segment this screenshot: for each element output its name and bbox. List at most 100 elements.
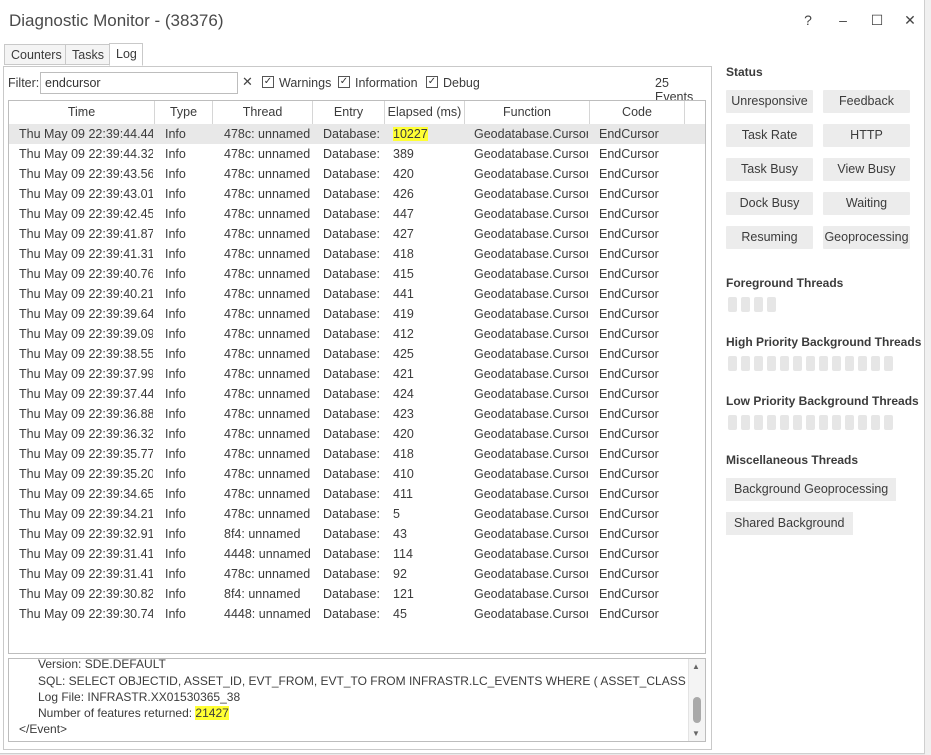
tab-tasks[interactable]: Tasks [65,44,110,65]
cell-entry: Database: v [323,507,383,521]
cell-thread: 478c: unnamed [224,427,311,441]
table-row[interactable]: Thu May 09 22:39:40.217 Info 478c: unnamed… [9,284,705,304]
cell-entry: Database: v [323,447,383,461]
help-button[interactable]: ? [796,10,820,30]
table-row[interactable]: Thu May 09 22:39:41.315 Info 478c: unnamed… [9,244,705,264]
table-row[interactable]: Thu May 09 22:39:36.324 Info 478c: unnamed… [9,424,705,444]
filter-input[interactable] [40,72,238,94]
thread-slot [793,356,802,371]
tab-log[interactable]: Log [109,43,143,66]
scroll-thumb[interactable] [693,697,701,723]
cell-thread: 478c: unnamed [224,407,311,421]
table-row[interactable]: Thu May 09 22:39:40.765 Info 478c: unnamed… [9,264,705,284]
foreground-thread-slots [728,297,780,312]
warnings-checkbox[interactable]: ✓ [262,76,274,88]
close-button[interactable]: ✕ [898,10,922,30]
status-button-geoprocessing[interactable]: Geoprocessing [823,226,910,249]
status-button-task-rate[interactable]: Task Rate [726,124,813,147]
cell-function: Geodatabase.Cursor [474,587,588,601]
background-geoprocessing-button[interactable]: Background Geoprocessing [726,478,897,501]
table-row[interactable]: Thu May 09 22:39:31.414 Info 4448: unnamed… [9,544,705,564]
table-row[interactable]: Thu May 09 22:39:30.746 Info 4448: unnamed… [9,604,705,624]
event-detail-pane: Version: SDE.DEFAULT SQL: SELECT OBJECTI… [8,658,706,742]
table-row[interactable]: Thu May 09 22:39:35.770 Info 478c: unnamed… [9,444,705,464]
cell-entry: Database: v [323,307,383,321]
column-header-code[interactable]: Code [590,101,685,124]
status-button-dock-busy[interactable]: Dock Busy [726,192,813,215]
cell-entry: Database: v [323,427,383,441]
column-header-time[interactable]: ▲ Time [9,101,155,124]
status-button-unresponsive[interactable]: Unresponsive [726,90,813,113]
debug-checkbox[interactable]: ✓ [426,76,438,88]
cell-function: Geodatabase.Cursor [474,247,588,261]
cell-type: Info [165,347,186,361]
cell-entry: Database: v [323,187,383,201]
status-button-feedback[interactable]: Feedback [823,90,910,113]
status-button-view-busy[interactable]: View Busy [823,158,910,181]
thread-slot [767,356,776,371]
status-button-resuming[interactable]: Resuming [726,226,813,249]
cell-thread: 478c: unnamed [224,447,311,461]
status-button-http[interactable]: HTTP [823,124,910,147]
column-header-thread[interactable]: Thread [213,101,313,124]
column-header-elapsed[interactable]: Elapsed (ms) [385,101,465,124]
elapsed-highlight: 10227 [393,127,428,141]
clear-filter-icon[interactable]: ✕ [242,74,253,90]
thread-slot [858,356,867,371]
status-button-waiting[interactable]: Waiting [823,192,910,215]
cell-thread: 478c: unnamed [224,167,311,181]
table-row[interactable]: Thu May 09 22:39:30.823 Info 8f4: unnamed D… [9,584,705,604]
table-row[interactable]: Thu May 09 22:39:44.328 Info 478c: unnamed… [9,144,705,164]
cell-time: Thu May 09 22:39:39.646 [19,307,153,321]
cell-function: Geodatabase.Cursor [474,367,588,381]
diagnostic-monitor-window: Diagnostic Monitor - (38376) ? – ☐ ✕ Cou… [0,0,925,754]
minimize-button[interactable]: – [831,10,855,30]
table-row[interactable]: Thu May 09 22:39:43.566 Info 478c: unnamed… [9,164,705,184]
cell-function: Geodatabase.Cursor [474,127,588,141]
cell-time: Thu May 09 22:39:40.217 [19,287,153,301]
column-header-type[interactable]: Type [155,101,213,124]
cell-code: EndCursor [599,487,659,501]
table-row[interactable]: Thu May 09 22:39:39.646 Info 478c: unnamed… [9,304,705,324]
column-header-entry[interactable]: Entry [313,101,385,124]
table-row[interactable]: Thu May 09 22:39:43.010 Info 478c: unnamed… [9,184,705,204]
cell-code: EndCursor [599,507,659,521]
table-row[interactable]: Thu May 09 22:39:34.657 Info 478c: unnamed… [9,484,705,504]
cell-time: Thu May 09 22:39:30.746 [19,607,153,621]
scroll-up-icon[interactable]: ▲ [692,662,700,671]
table-row[interactable]: Thu May 09 22:39:31.413 Info 478c: unnamed… [9,564,705,584]
cell-code: EndCursor [599,547,659,561]
cell-type: Info [165,427,186,441]
detail-scrollbar[interactable]: ▲ ▼ [688,659,705,741]
cell-elapsed: 426 [393,187,414,201]
status-button-task-busy[interactable]: Task Busy [726,158,813,181]
table-row[interactable]: Thu May 09 22:39:36.880 Info 478c: unnamed… [9,404,705,424]
thread-slot [767,297,776,312]
cell-thread: 478c: unnamed [224,247,311,261]
table-row[interactable]: Thu May 09 22:39:38.553 Info 478c: unnamed… [9,344,705,364]
table-row[interactable]: Thu May 09 22:39:39.094 Info 478c: unnamed… [9,324,705,344]
sort-indicator-icon: ▲ [77,108,83,114]
scroll-down-icon[interactable]: ▼ [692,729,700,738]
table-row[interactable]: Thu May 09 22:39:32.910 Info 8f4: unnamed D… [9,524,705,544]
log-table: ▲ Time Type Thread Entry Elapsed (ms) Fun… [8,100,706,654]
table-row[interactable]: Thu May 09 22:39:37.995 Info 478c: unnamed… [9,364,705,384]
thread-slot [728,415,737,430]
shared-background-button[interactable]: Shared Background [726,512,853,535]
table-row[interactable]: Thu May 09 22:39:42.455 Info 478c: unnamed… [9,204,705,224]
table-row[interactable]: Thu May 09 22:39:41.872 Info 478c: unnamed… [9,224,705,244]
cell-thread: 478c: unnamed [224,367,311,381]
filter-label: Filter: [8,76,40,90]
table-row[interactable]: Thu May 09 22:39:44.445 Info 478c: unnamed… [9,124,705,144]
information-checkbox[interactable]: ✓ [338,76,350,88]
tab-counters[interactable]: Counters [4,44,66,65]
column-header-function[interactable]: Function [465,101,590,124]
table-row[interactable]: Thu May 09 22:39:35.209 Info 478c: unnamed… [9,464,705,484]
table-row[interactable]: Thu May 09 22:39:34.213 Info 478c: unnamed… [9,504,705,524]
table-row[interactable]: Thu May 09 22:39:37.441 Info 478c: unnamed… [9,384,705,404]
cell-thread: 4448: unnamed [224,547,311,561]
maximize-button[interactable]: ☐ [865,10,889,30]
cell-code: EndCursor [599,607,659,621]
cell-entry: Database: v [323,527,383,541]
cell-entry: Database: v [323,167,383,181]
